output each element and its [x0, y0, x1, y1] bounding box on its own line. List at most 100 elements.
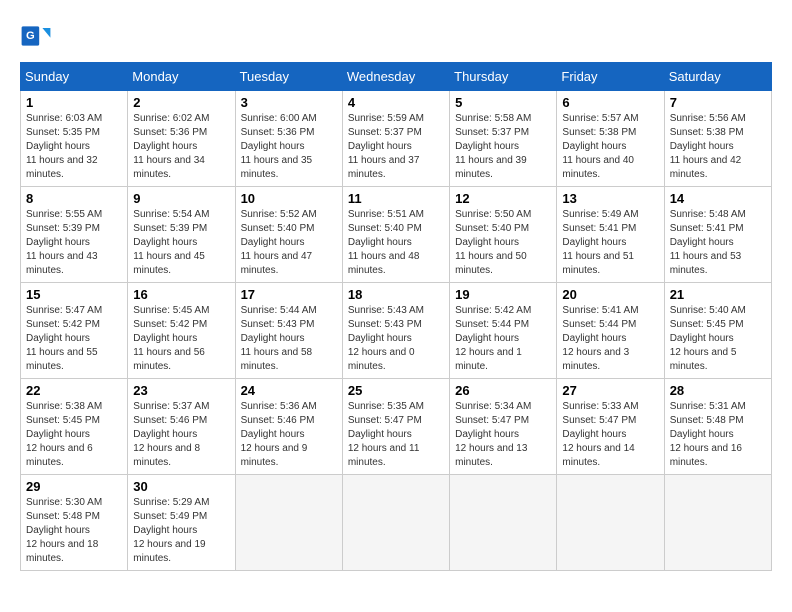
day-info: Sunrise: 5:42 AMSunset: 5:44 PMDaylight … — [455, 304, 551, 374]
logo-icon: G — [20, 20, 52, 52]
day-info: Sunrise: 5:35 AMSunset: 5:47 PMDaylight … — [348, 400, 444, 470]
day-info: Sunrise: 5:38 AMSunset: 5:45 PMDaylight … — [26, 400, 122, 470]
calendar: SundayMondayTuesdayWednesdayThursdayFrid… — [20, 62, 772, 571]
day-cell-13: 13 Sunrise: 5:49 AMSunset: 5:41 PMDayligh… — [557, 187, 664, 283]
day-info: Sunrise: 5:54 AMSunset: 5:39 PMDaylight … — [133, 208, 229, 278]
day-info: Sunrise: 5:52 AMSunset: 5:40 PMDaylight … — [241, 208, 337, 278]
day-info: Sunrise: 5:45 AMSunset: 5:42 PMDaylight … — [133, 304, 229, 374]
empty-cell — [664, 475, 771, 571]
empty-cell — [235, 475, 342, 571]
day-cell-22: 22 Sunrise: 5:38 AMSunset: 5:45 PMDayligh… — [21, 379, 128, 475]
day-cell-24: 24Sunrise: 5:36 AMSunset: 5:46 PMDayligh… — [235, 379, 342, 475]
day-cell-1: 1 Sunrise: 6:03 AMSunset: 5:35 PMDaylight… — [21, 91, 128, 187]
day-number: 15 — [26, 287, 122, 302]
day-number: 7 — [670, 95, 766, 110]
day-number: 21 — [670, 287, 766, 302]
day-info: Sunrise: 5:56 AMSunset: 5:38 PMDaylight … — [670, 112, 766, 182]
day-number: 1 — [26, 95, 122, 110]
day-cell-12: 12 Sunrise: 5:50 AMSunset: 5:40 PMDayligh… — [450, 187, 557, 283]
day-info: Sunrise: 6:03 AMSunset: 5:35 PMDaylight … — [26, 112, 122, 182]
day-number: 12 — [455, 191, 551, 206]
day-number: 25 — [348, 383, 444, 398]
day-number: 26 — [455, 383, 551, 398]
day-number: 27 — [562, 383, 658, 398]
day-info: Sunrise: 5:41 AMSunset: 5:44 PMDaylight … — [562, 304, 658, 374]
day-info: Sunrise: 5:44 AMSunset: 5:43 PMDaylight … — [241, 304, 337, 374]
week-row-3: 15 Sunrise: 5:47 AMSunset: 5:42 PMDayligh… — [21, 283, 772, 379]
empty-cell — [450, 475, 557, 571]
day-cell-4: 4 Sunrise: 5:59 AMSunset: 5:37 PMDaylight… — [342, 91, 449, 187]
day-cell-17: 17 Sunrise: 5:44 AMSunset: 5:43 PMDayligh… — [235, 283, 342, 379]
day-number: 2 — [133, 95, 229, 110]
day-cell-21: 21 Sunrise: 5:40 AMSunset: 5:45 PMDayligh… — [664, 283, 771, 379]
day-cell-3: 3 Sunrise: 6:00 AMSunset: 5:36 PMDaylight… — [235, 91, 342, 187]
day-number: 23 — [133, 383, 229, 398]
day-number: 14 — [670, 191, 766, 206]
day-number: 13 — [562, 191, 658, 206]
day-info: Sunrise: 5:58 AMSunset: 5:37 PMDaylight … — [455, 112, 551, 182]
col-header-friday: Friday — [557, 63, 664, 91]
day-cell-9: 9 Sunrise: 5:54 AMSunset: 5:39 PMDaylight… — [128, 187, 235, 283]
week-row-2: 8 Sunrise: 5:55 AMSunset: 5:39 PMDaylight… — [21, 187, 772, 283]
day-cell-20: 20 Sunrise: 5:41 AMSunset: 5:44 PMDayligh… — [557, 283, 664, 379]
day-info: Sunrise: 5:34 AMSunset: 5:47 PMDaylight … — [455, 400, 551, 470]
day-info: Sunrise: 5:57 AMSunset: 5:38 PMDaylight … — [562, 112, 658, 182]
day-info: Sunrise: 6:00 AMSunset: 5:36 PMDaylight … — [241, 112, 337, 182]
day-info: Sunrise: 5:29 AMSunset: 5:49 PMDaylight … — [133, 496, 229, 566]
col-header-monday: Monday — [128, 63, 235, 91]
day-info: Sunrise: 5:43 AMSunset: 5:43 PMDaylight … — [348, 304, 444, 374]
day-cell-14: 14 Sunrise: 5:48 AMSunset: 5:41 PMDayligh… — [664, 187, 771, 283]
day-number: 20 — [562, 287, 658, 302]
day-info: Sunrise: 5:30 AMSunset: 5:48 PMDaylight … — [26, 496, 122, 566]
day-cell-10: 10Sunrise: 5:52 AMSunset: 5:40 PMDayligh… — [235, 187, 342, 283]
col-header-thursday: Thursday — [450, 63, 557, 91]
day-cell-26: 26 Sunrise: 5:34 AMSunset: 5:47 PMDayligh… — [450, 379, 557, 475]
logo: G — [20, 20, 56, 52]
day-cell-30: 30Sunrise: 5:29 AMSunset: 5:49 PMDayligh… — [128, 475, 235, 571]
day-number: 17 — [241, 287, 337, 302]
day-info: Sunrise: 6:02 AMSunset: 5:36 PMDaylight … — [133, 112, 229, 182]
day-info: Sunrise: 5:49 AMSunset: 5:41 PMDaylight … — [562, 208, 658, 278]
col-header-wednesday: Wednesday — [342, 63, 449, 91]
col-header-tuesday: Tuesday — [235, 63, 342, 91]
day-number: 19 — [455, 287, 551, 302]
day-cell-2: 2 Sunrise: 6:02 AMSunset: 5:36 PMDaylight… — [128, 91, 235, 187]
day-number: 9 — [133, 191, 229, 206]
day-info: Sunrise: 5:59 AMSunset: 5:37 PMDaylight … — [348, 112, 444, 182]
col-header-saturday: Saturday — [664, 63, 771, 91]
day-info: Sunrise: 5:55 AMSunset: 5:39 PMDaylight … — [26, 208, 122, 278]
day-number: 6 — [562, 95, 658, 110]
day-number: 4 — [348, 95, 444, 110]
day-cell-6: 6 Sunrise: 5:57 AMSunset: 5:38 PMDaylight… — [557, 91, 664, 187]
day-number: 11 — [348, 191, 444, 206]
day-info: Sunrise: 5:48 AMSunset: 5:41 PMDaylight … — [670, 208, 766, 278]
day-cell-27: 27 Sunrise: 5:33 AMSunset: 5:47 PMDayligh… — [557, 379, 664, 475]
svg-text:G: G — [26, 30, 35, 42]
day-number: 22 — [26, 383, 122, 398]
empty-cell — [342, 475, 449, 571]
week-row-1: 1 Sunrise: 6:03 AMSunset: 5:35 PMDaylight… — [21, 91, 772, 187]
day-info: Sunrise: 5:40 AMSunset: 5:45 PMDaylight … — [670, 304, 766, 374]
day-number: 5 — [455, 95, 551, 110]
day-number: 29 — [26, 479, 122, 494]
day-cell-16: 16Sunrise: 5:45 AMSunset: 5:42 PMDayligh… — [128, 283, 235, 379]
day-cell-19: 19 Sunrise: 5:42 AMSunset: 5:44 PMDayligh… — [450, 283, 557, 379]
day-cell-18: 18Sunrise: 5:43 AMSunset: 5:43 PMDayligh… — [342, 283, 449, 379]
day-info: Sunrise: 5:51 AMSunset: 5:40 PMDaylight … — [348, 208, 444, 278]
day-cell-7: 7 Sunrise: 5:56 AMSunset: 5:38 PMDaylight… — [664, 91, 771, 187]
day-cell-28: 28Sunrise: 5:31 AMSunset: 5:48 PMDayligh… — [664, 379, 771, 475]
day-cell-23: 23 Sunrise: 5:37 AMSunset: 5:46 PMDayligh… — [128, 379, 235, 475]
day-number: 8 — [26, 191, 122, 206]
day-info: Sunrise: 5:33 AMSunset: 5:47 PMDaylight … — [562, 400, 658, 470]
day-number: 28 — [670, 383, 766, 398]
day-cell-8: 8 Sunrise: 5:55 AMSunset: 5:39 PMDaylight… — [21, 187, 128, 283]
day-info: Sunrise: 5:47 AMSunset: 5:42 PMDaylight … — [26, 304, 122, 374]
week-row-5: 29 Sunrise: 5:30 AMSunset: 5:48 PMDayligh… — [21, 475, 772, 571]
day-info: Sunrise: 5:50 AMSunset: 5:40 PMDaylight … — [455, 208, 551, 278]
day-cell-25: 25 Sunrise: 5:35 AMSunset: 5:47 PMDayligh… — [342, 379, 449, 475]
week-row-4: 22 Sunrise: 5:38 AMSunset: 5:45 PMDayligh… — [21, 379, 772, 475]
day-number: 3 — [241, 95, 337, 110]
day-cell-15: 15 Sunrise: 5:47 AMSunset: 5:42 PMDayligh… — [21, 283, 128, 379]
day-info: Sunrise: 5:37 AMSunset: 5:46 PMDaylight … — [133, 400, 229, 470]
day-cell-11: 11 Sunrise: 5:51 AMSunset: 5:40 PMDayligh… — [342, 187, 449, 283]
